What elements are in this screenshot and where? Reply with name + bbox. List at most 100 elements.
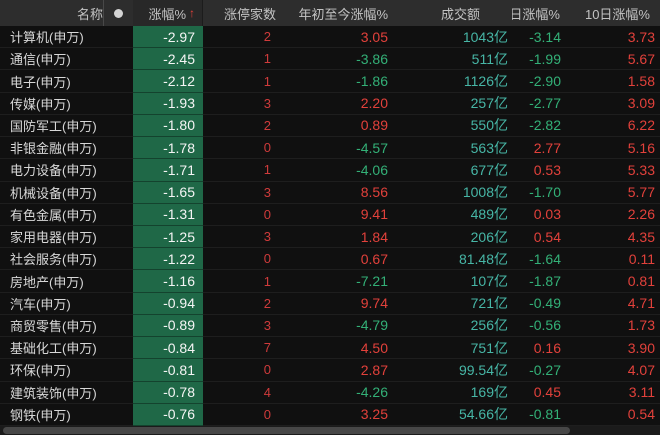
table-row[interactable]: 国防军工(申万)-1.8020.89550亿-2.826.22 bbox=[0, 115, 660, 137]
limit-up-count-cell: 4 bbox=[203, 382, 280, 404]
column-header-limit-up[interactable]: 涨停家数 bbox=[203, 0, 280, 26]
5day-change-cell: -0.49 bbox=[512, 293, 570, 315]
sector-name-cell: 非银金融(申万) bbox=[0, 137, 133, 159]
limit-up-count-cell: 0 bbox=[203, 404, 280, 426]
10day-change-cell: 4.71 bbox=[570, 293, 660, 315]
column-header-change[interactable]: 涨幅% ↑ bbox=[133, 0, 203, 26]
table-row[interactable]: 家用电器(申万)-1.2531.84206亿0.544.35 bbox=[0, 226, 660, 248]
limit-up-count-cell: 2 bbox=[203, 293, 280, 315]
table-row[interactable]: 机械设备(申万)-1.6538.561008亿-1.705.77 bbox=[0, 182, 660, 204]
sector-name-cell: 国防军工(申万) bbox=[0, 115, 133, 137]
5day-change-cell: -1.87 bbox=[512, 270, 570, 292]
limit-up-count-cell: 3 bbox=[203, 315, 280, 337]
sort-ascending-icon: ↑ bbox=[189, 6, 195, 20]
table-row[interactable]: 商贸零售(申万)-0.893-4.79256亿-0.561.73 bbox=[0, 315, 660, 337]
ytd-change-cell: 8.56 bbox=[280, 182, 392, 204]
5day-change-cell: -1.64 bbox=[512, 248, 570, 270]
sector-name-cell: 传媒(申万) bbox=[0, 93, 133, 115]
10day-change-cell: 0.11 bbox=[570, 248, 660, 270]
table-body: 计算机(申万)-2.9723.051043亿-3.143.73通信(申万)-2.… bbox=[0, 26, 660, 426]
ytd-change-cell: 9.41 bbox=[280, 204, 392, 226]
sector-name-cell: 钢铁(申万) bbox=[0, 404, 133, 426]
5day-change-cell: -0.27 bbox=[512, 359, 570, 381]
limit-up-count-cell: 0 bbox=[203, 137, 280, 159]
turnover-cell: 99.54亿 bbox=[392, 359, 512, 381]
table-row[interactable]: 传媒(申万)-1.9332.20257亿-2.773.09 bbox=[0, 93, 660, 115]
table-row[interactable]: 通信(申万)-2.451-3.86511亿-1.995.67 bbox=[0, 48, 660, 70]
sector-name-cell: 电子(申万) bbox=[0, 70, 133, 92]
table-row[interactable]: 汽车(申万)-0.9429.74721亿-0.494.71 bbox=[0, 293, 660, 315]
table-row[interactable]: 钢铁(申万)-0.7603.2554.66亿-0.810.54 bbox=[0, 404, 660, 426]
limit-up-count-cell: 2 bbox=[203, 115, 280, 137]
table-row[interactable]: 房地产(申万)-1.161-7.21107亿-1.870.81 bbox=[0, 270, 660, 292]
change-pct-cell: -1.22 bbox=[133, 248, 203, 270]
ytd-change-cell: -4.06 bbox=[280, 159, 392, 181]
10day-change-cell: 3.11 bbox=[570, 382, 660, 404]
table-row[interactable]: 有色金属(申万)-1.3109.41489亿0.032.26 bbox=[0, 204, 660, 226]
indicator-dot-cell bbox=[103, 0, 133, 26]
sector-name-cell: 环保(申万) bbox=[0, 359, 133, 381]
ytd-change-cell: -1.86 bbox=[280, 70, 392, 92]
10day-change-cell: 4.35 bbox=[570, 226, 660, 248]
10day-change-cell: 5.77 bbox=[570, 182, 660, 204]
column-header-name[interactable]: 名称 bbox=[0, 0, 133, 26]
ytd-change-cell: 3.05 bbox=[280, 26, 392, 48]
table-row[interactable]: 环保(申万)-0.8102.8799.54亿-0.274.07 bbox=[0, 359, 660, 381]
ytd-change-cell: 0.89 bbox=[280, 115, 392, 137]
turnover-cell: 511亿 bbox=[392, 48, 512, 70]
ytd-change-cell: -7.21 bbox=[280, 270, 392, 292]
5day-change-cell: 0.54 bbox=[512, 226, 570, 248]
limit-up-count-cell: 1 bbox=[203, 48, 280, 70]
change-pct-cell: -2.12 bbox=[133, 70, 203, 92]
table-row[interactable]: 基础化工(申万)-0.8474.50751亿0.163.90 bbox=[0, 337, 660, 359]
change-pct-cell: -1.80 bbox=[133, 115, 203, 137]
ytd-change-cell: 3.25 bbox=[280, 404, 392, 426]
change-pct-cell: -2.97 bbox=[133, 26, 203, 48]
turnover-cell: 1043亿 bbox=[392, 26, 512, 48]
column-header-5day-change[interactable]: 5日涨幅% bbox=[512, 0, 570, 26]
horizontal-scrollbar-thumb[interactable] bbox=[3, 427, 570, 434]
sector-name-cell: 电力设备(申万) bbox=[0, 159, 133, 181]
limit-up-count-cell: 1 bbox=[203, 70, 280, 92]
column-header-10day-change[interactable]: 10日涨幅% bbox=[570, 0, 660, 26]
10day-change-cell: 5.67 bbox=[570, 48, 660, 70]
10day-change-cell: 0.81 bbox=[570, 270, 660, 292]
sector-name-cell: 商贸零售(申万) bbox=[0, 315, 133, 337]
table-row[interactable]: 建筑装饰(申万)-0.784-4.26169亿0.453.11 bbox=[0, 382, 660, 404]
column-header-change-label: 涨幅% bbox=[148, 4, 186, 23]
ytd-change-cell: 0.67 bbox=[280, 248, 392, 270]
5day-change-cell: 0.03 bbox=[512, 204, 570, 226]
table-row[interactable]: 非银金融(申万)-1.780-4.57563亿2.775.16 bbox=[0, 137, 660, 159]
table-row[interactable]: 社会服务(申万)-1.2200.6781.48亿-1.640.11 bbox=[0, 248, 660, 270]
ytd-change-cell: 4.50 bbox=[280, 337, 392, 359]
10day-change-cell: 1.73 bbox=[570, 315, 660, 337]
turnover-cell: 563亿 bbox=[392, 137, 512, 159]
column-header-turnover[interactable]: 成交额 bbox=[392, 0, 512, 26]
column-header-ytd-change[interactable]: 年初至今涨幅% bbox=[280, 0, 392, 26]
column-header-name-label: 名称 bbox=[77, 4, 103, 23]
change-pct-cell: -1.71 bbox=[133, 159, 203, 181]
turnover-cell: 677亿 bbox=[392, 159, 512, 181]
table-row[interactable]: 计算机(申万)-2.9723.051043亿-3.143.73 bbox=[0, 26, 660, 48]
sector-name-cell: 社会服务(申万) bbox=[0, 248, 133, 270]
5day-change-cell: -1.99 bbox=[512, 48, 570, 70]
table-row[interactable]: 电力设备(申万)-1.711-4.06677亿0.535.33 bbox=[0, 159, 660, 181]
5day-change-cell: -3.14 bbox=[512, 26, 570, 48]
ytd-change-cell: 2.87 bbox=[280, 359, 392, 381]
horizontal-scrollbar bbox=[0, 426, 660, 435]
turnover-cell: 256亿 bbox=[392, 315, 512, 337]
10day-change-cell: 6.22 bbox=[570, 115, 660, 137]
sector-name-cell: 房地产(申万) bbox=[0, 270, 133, 292]
table-row[interactable]: 电子(申万)-2.121-1.861126亿-2.901.58 bbox=[0, 70, 660, 92]
turnover-cell: 550亿 bbox=[392, 115, 512, 137]
sector-name-cell: 机械设备(申万) bbox=[0, 182, 133, 204]
10day-change-cell: 0.54 bbox=[570, 404, 660, 426]
limit-up-count-cell: 3 bbox=[203, 93, 280, 115]
5day-change-cell: 0.16 bbox=[512, 337, 570, 359]
dot-icon bbox=[114, 9, 123, 18]
change-pct-cell: -2.45 bbox=[133, 48, 203, 70]
sector-name-cell: 基础化工(申万) bbox=[0, 337, 133, 359]
turnover-cell: 206亿 bbox=[392, 226, 512, 248]
sector-name-cell: 家用电器(申万) bbox=[0, 226, 133, 248]
10day-change-cell: 5.16 bbox=[570, 137, 660, 159]
